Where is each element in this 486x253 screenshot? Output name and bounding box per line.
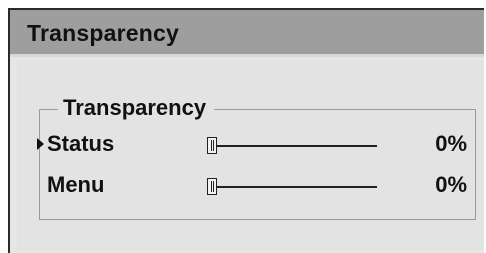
window-title: Transparency	[27, 20, 179, 46]
settings-panel: Transparency Status 0% Menu 0%	[17, 60, 483, 250]
transparency-group: Transparency Status 0% Menu 0%	[37, 94, 476, 220]
menu-slider[interactable]	[207, 175, 377, 197]
status-row[interactable]: Status 0%	[37, 130, 475, 160]
selection-arrow-icon	[37, 138, 44, 150]
slider-thumb[interactable]	[207, 178, 217, 195]
slider-track	[207, 145, 377, 147]
menu-row[interactable]: Menu 0%	[40, 171, 475, 201]
transparency-window: Transparency Transparency Status 0% Menu	[8, 8, 484, 253]
title-bar: Transparency	[10, 10, 484, 57]
status-value: 0%	[435, 131, 467, 156]
menu-label: Menu	[47, 172, 105, 197]
status-slider[interactable]	[207, 134, 377, 156]
group-legend: Transparency	[58, 94, 215, 122]
menu-value: 0%	[435, 172, 467, 197]
slider-track	[207, 186, 377, 188]
status-label: Status	[47, 131, 115, 156]
slider-thumb[interactable]	[207, 137, 217, 154]
